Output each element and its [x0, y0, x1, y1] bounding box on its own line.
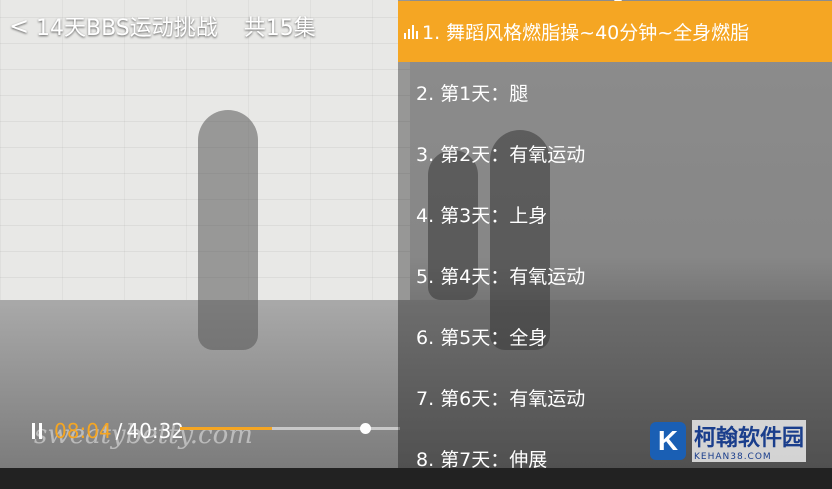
seek-bar-handle[interactable] [360, 423, 371, 434]
now-playing-icon [404, 24, 418, 39]
logo-name: 柯翰软件园 [692, 420, 807, 452]
playlist-item-label: 5. 第4天：有氧运动 [416, 266, 586, 288]
player-controls: 08:04 / 40:32 [32, 414, 402, 448]
series-title: 14天BBS运动挑战 [36, 16, 218, 41]
seek-bar-fill [180, 427, 272, 430]
playlist-item[interactable]: 2. 第1天：腿 [398, 62, 832, 123]
episode-count: 共15集 [243, 16, 316, 41]
pause-icon[interactable] [32, 423, 42, 439]
playlist-item[interactable]: 4. 第3天：上身 [398, 184, 832, 245]
total-duration: 40:32 [126, 419, 185, 443]
episode-playlist: 1. 舞蹈风格燃脂操~40分钟~全身燃脂 2. 第1天：腿 3. 第2天：有氧运动 4… [398, 0, 832, 471]
playlist-item-label: 6. 第5天：全身 [416, 327, 548, 349]
seek-bar[interactable] [180, 423, 400, 434]
playlist-item[interactable]: 1. 舞蹈风格燃脂操~40分钟~全身燃脂 [398, 1, 832, 62]
video-header: < 14天BBS运动挑战 共15集 [0, 0, 316, 52]
playlist-item-label: 3. 第2天：有氧运动 [416, 144, 586, 166]
logo-mark: K [650, 422, 686, 460]
playlist-item-label: 1. 舞蹈风格燃脂操~40分钟~全身燃脂 [422, 22, 750, 44]
playlist-item-label: 4. 第3天：上身 [416, 205, 548, 227]
playlist-item-label: 7. 第6天：有氧运动 [416, 388, 586, 410]
playlist-item-label: 2. 第1天：腿 [416, 83, 529, 105]
time-separator: / [115, 419, 123, 443]
back-arrow-icon[interactable]: < [4, 12, 34, 40]
video-person-left [198, 110, 258, 350]
current-time: 08:04 [54, 419, 112, 443]
playlist-item[interactable]: 5. 第4天：有氧运动 [398, 245, 832, 306]
playlist-item[interactable]: 3. 第2天：有氧运动 [398, 123, 832, 184]
playlist-item[interactable]: 6. 第5天：全身 [398, 306, 832, 367]
site-logo: K 柯翰软件园 KEHAN38.COM [650, 418, 828, 464]
logo-domain: KEHAN38.COM [692, 452, 807, 462]
